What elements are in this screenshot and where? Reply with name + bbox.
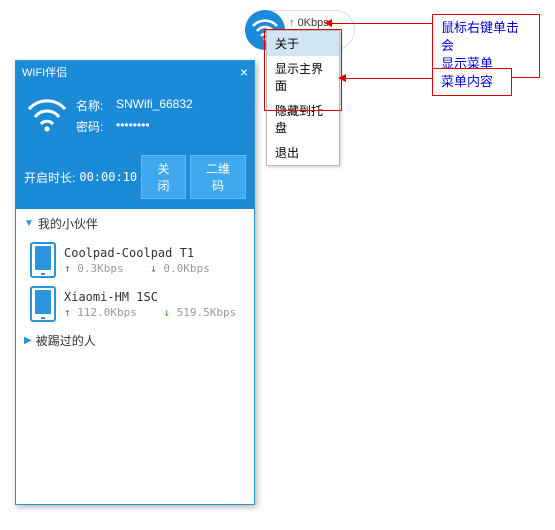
triangle-down-icon: ▼ — [24, 218, 34, 229]
close-button[interactable]: 关闭 — [141, 155, 186, 199]
callout-arrow-line — [330, 23, 432, 24]
name-label: 名称: — [76, 97, 116, 114]
menu-item-about[interactable]: 关于 — [267, 31, 339, 56]
section-kicked-label: 被踢过的人 — [36, 332, 96, 349]
content-area: ▼ 我的小伙伴 Coolpad-Coolpad T1 ↑ 0.3Kbps ↓ 0… — [16, 209, 254, 355]
device-phone-icon — [30, 286, 56, 322]
tray-context-menu: 关于 显示主界面 隐藏到托盘 退出 — [266, 30, 340, 166]
close-icon[interactable]: × — [240, 64, 248, 80]
qrcode-button[interactable]: 二维码 — [190, 155, 246, 199]
window-title: WIFI伴侣 — [22, 64, 67, 80]
wifi-name: SNWifi_66832 — [116, 97, 193, 114]
triangle-right-icon: ▶ — [24, 335, 32, 346]
device-phone-icon — [30, 242, 56, 278]
section-partners[interactable]: ▼ 我的小伙伴 — [16, 209, 254, 238]
titlebar[interactable]: WIFI伴侣 × — [16, 61, 254, 83]
toolbar: 开启时长: 00:00:10 关闭 二维码 — [16, 149, 254, 209]
header-panel: 名称: SNWifi_66832 密码: •••••••• — [16, 83, 254, 149]
callout-menu-content: 菜单内容 — [432, 68, 512, 96]
menu-item-hide-tray[interactable]: 隐藏到托盘 — [267, 98, 339, 140]
wifi-password: •••••••• — [116, 118, 150, 135]
menu-item-exit[interactable]: 退出 — [267, 140, 339, 165]
callout-arrow-head — [324, 19, 332, 27]
main-window: WIFI伴侣 × 名称: SNWifi_66832 密码: •••••••• 开… — [15, 60, 255, 505]
wifi-icon-large — [26, 95, 68, 137]
callout-arrow-head — [338, 74, 346, 82]
pwd-label: 密码: — [76, 118, 116, 135]
device-speeds: ↑ 112.0Kbps ↓ 519.5Kbps — [64, 306, 236, 319]
device-row[interactable]: Coolpad-Coolpad T1 ↑ 0.3Kbps ↓ 0.0Kbps — [16, 238, 254, 282]
callout-arrow-line — [344, 78, 432, 79]
tray-up-speed: ↑ 0Kbps — [289, 16, 329, 30]
menu-item-show-main[interactable]: 显示主界面 — [267, 56, 339, 98]
device-row[interactable]: Xiaomi-HM 1SC ↑ 112.0Kbps ↓ 519.5Kbps — [16, 282, 254, 326]
section-partners-label: 我的小伙伴 — [38, 215, 98, 232]
uptime-value: 00:00:10 — [79, 170, 137, 184]
uptime-label: 开启时长: — [24, 169, 75, 186]
device-info: Xiaomi-HM 1SC ↑ 112.0Kbps ↓ 519.5Kbps — [64, 286, 236, 322]
device-info: Coolpad-Coolpad T1 ↑ 0.3Kbps ↓ 0.0Kbps — [64, 242, 210, 278]
device-speeds: ↑ 0.3Kbps ↓ 0.0Kbps — [64, 262, 210, 275]
device-name: Xiaomi-HM 1SC — [64, 290, 236, 304]
section-kicked[interactable]: ▶ 被踢过的人 — [16, 326, 254, 355]
wifi-info: 名称: SNWifi_66832 密码: •••••••• — [76, 91, 246, 141]
device-name: Coolpad-Coolpad T1 — [64, 246, 210, 260]
